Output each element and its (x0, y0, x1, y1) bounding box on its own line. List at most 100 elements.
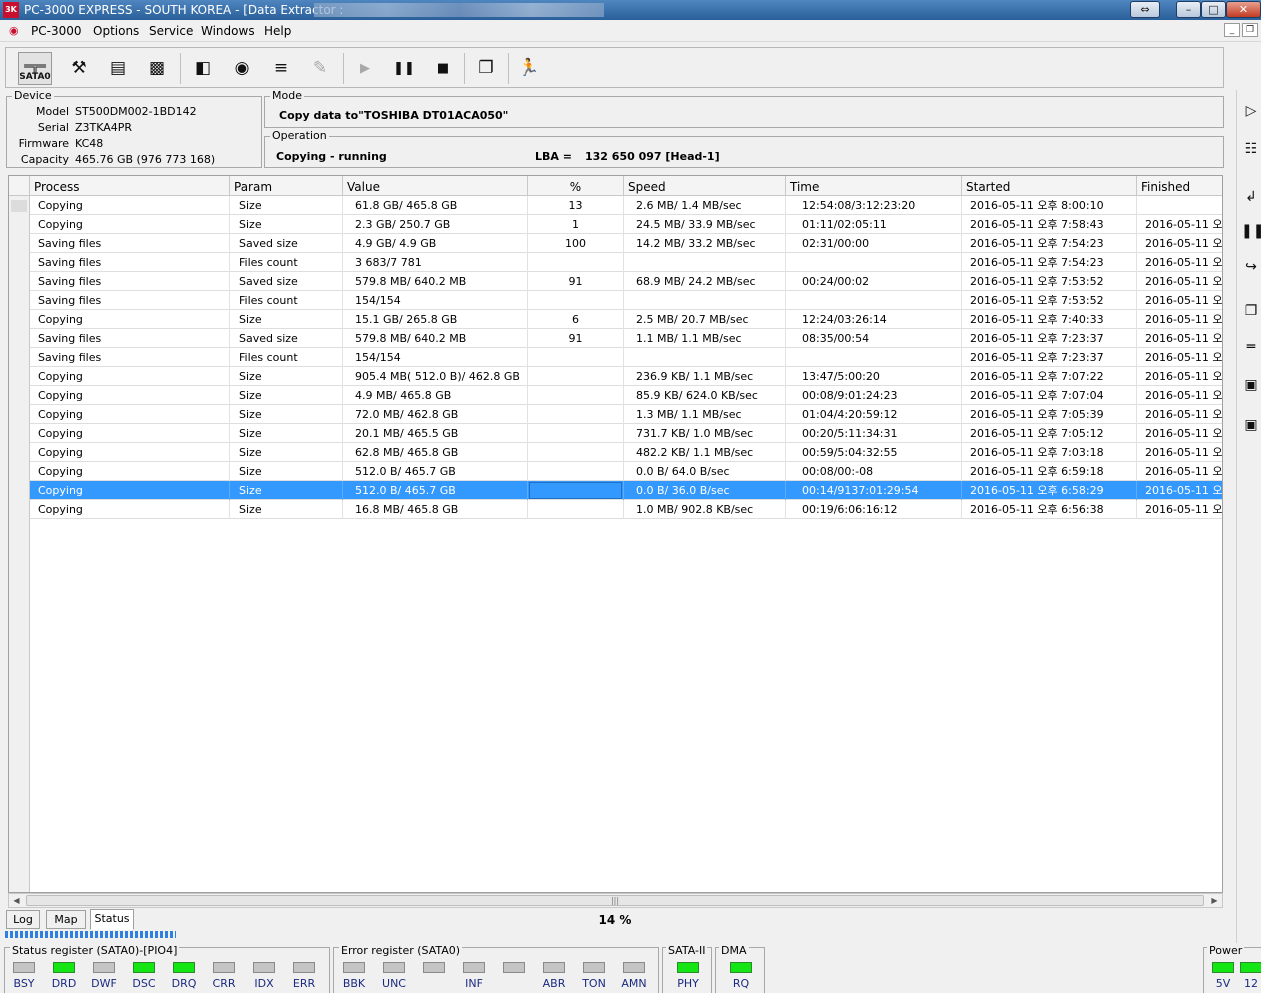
minimize-button[interactable]: – (1176, 1, 1201, 18)
exit-icon[interactable]: 🏃 (512, 52, 546, 85)
head-icon-2[interactable]: ▣ (1241, 414, 1261, 436)
pause-side-icon[interactable]: ❚❚ (1241, 220, 1261, 242)
close-button[interactable]: ✕ (1226, 1, 1261, 18)
led-label: DRD (51, 977, 77, 990)
table-row[interactable]: Copying Size 512.0 B/ 465.7 GB 0.0 B/ 36.0 … (30, 481, 1222, 500)
table-row[interactable]: Saving files Saved size 579.8 MB/ 640.2 MB… (30, 272, 1222, 291)
mdi-minimize-icon[interactable]: _ (1224, 23, 1240, 37)
nav-icon[interactable]: ▷ (1241, 100, 1261, 122)
mdi-restore-icon[interactable]: ❐ (1242, 23, 1258, 37)
cell-started: 2016-05-11 오후 7:40:33 (962, 310, 1137, 329)
menu-options[interactable]: Options (93, 23, 139, 39)
status-table[interactable]: Process Param Value % Speed Time Started… (8, 175, 1223, 893)
copy-icon[interactable]: ❐ (1241, 300, 1261, 322)
tools-icon[interactable]: ⚒ (62, 52, 96, 85)
col-percent[interactable]: % (528, 176, 624, 196)
cell-speed (624, 291, 786, 310)
col-process[interactable]: Process (30, 176, 230, 196)
sata-connector-icon: ═╦═ (24, 59, 46, 73)
error-led-6: TON (579, 962, 609, 991)
binoculars-icon[interactable]: ◉ (225, 52, 259, 85)
sata2-label: SATA-II (666, 944, 708, 958)
menu-windows[interactable]: Windows (201, 23, 255, 39)
toolbar-separator (508, 53, 509, 84)
cell-process: Copying (30, 386, 230, 405)
col-finished[interactable]: Finished (1137, 176, 1222, 196)
table-row[interactable]: Copying Size 4.9 MB/ 465.8 GB 85.9 KB/ 624.… (30, 386, 1222, 405)
cell-process: Saving files (30, 234, 230, 253)
tab-log[interactable]: Log (6, 910, 40, 929)
step-icon[interactable]: ↲ (1241, 186, 1261, 208)
tab-status[interactable]: Status (90, 909, 134, 930)
cell-started: 2016-05-11 오후 6:59:18 (962, 462, 1137, 481)
table-row[interactable]: Saving files Saved size 579.8 MB/ 640.2 MB… (30, 329, 1222, 348)
table-row[interactable]: Copying Size 905.4 MB( 512.0 B)/ 462.8 GB 2… (30, 367, 1222, 386)
led-indicator (253, 962, 275, 973)
table-row[interactable]: Saving files Saved size 4.9 GB/ 4.9 GB 100 1… (30, 234, 1222, 253)
col-param[interactable]: Param (230, 176, 343, 196)
cell-started: 2016-05-11 오후 7:54:23 (962, 234, 1137, 253)
horizontal-scrollbar[interactable]: ◀ ||| ▶ (8, 893, 1223, 908)
cell-param: Size (230, 405, 343, 424)
disk-info-icon[interactable]: ▤ (101, 52, 135, 85)
table-row[interactable]: Copying Size 62.8 MB/ 465.8 GB 482.2 KB/ 1.… (30, 443, 1222, 462)
menu-service[interactable]: Service (149, 23, 193, 39)
redacted-title-area (314, 3, 604, 17)
maximize-button[interactable]: □ (1201, 1, 1226, 18)
toolbar-separator (464, 53, 465, 84)
cell-process: Copying (30, 443, 230, 462)
drive-tree-icon[interactable]: ◧ (186, 52, 220, 85)
led-indicator (383, 962, 405, 973)
table-row[interactable]: Copying Size 512.0 B/ 465.7 GB 0.0 B/ 64.0 … (30, 462, 1222, 481)
resize-icon[interactable]: ⇔ (1130, 1, 1160, 18)
lba-value: 132 650 097 [Head-1] (585, 150, 720, 163)
toolbar-separator (180, 53, 181, 84)
cell-param: Size (230, 386, 343, 405)
table-row[interactable]: Copying Size 72.0 MB/ 462.8 GB 1.3 MB/ 1.1 … (30, 405, 1222, 424)
cell-time: 00:08/9:01:24:23 (786, 386, 962, 405)
power-led-1: 12 (1236, 962, 1261, 991)
led-label: ABR (542, 977, 566, 990)
col-started[interactable]: Started (962, 176, 1137, 196)
head-map-icon[interactable]: ≡ (264, 52, 298, 85)
windows-icon[interactable]: ❐ (469, 52, 503, 85)
cell-percent: 91 (528, 329, 624, 348)
jump-icon[interactable]: ↪ (1241, 256, 1261, 278)
menu-pc3000[interactable]: PC-3000 (31, 23, 81, 39)
table-row[interactable]: Copying Size 20.1 MB/ 465.5 GB 731.7 KB/ 1.… (30, 424, 1222, 443)
scroll-thumb[interactable]: ||| (26, 895, 1204, 906)
cell-finished: 2016-05-11 오후 (1137, 462, 1222, 481)
col-time[interactable]: Time (786, 176, 962, 196)
table-row[interactable]: Saving files Files count 3 683/7 781 2016-0… (30, 253, 1222, 272)
table-row[interactable]: Copying Size 61.8 GB/ 465.8 GB 13 2.6 MB/ 1.… (30, 196, 1222, 215)
table-row[interactable]: Copying Size 2.3 GB/ 250.7 GB 1 24.5 MB/ 33.… (30, 215, 1222, 234)
app-icon[interactable]: 3K (3, 2, 19, 18)
cell-finished: 2016-05-11 오후 (1137, 272, 1222, 291)
menu-help[interactable]: Help (264, 23, 291, 39)
tab-map[interactable]: Map (46, 910, 86, 929)
col-speed[interactable]: Speed (624, 176, 786, 196)
cell-speed: 236.9 KB/ 1.1 MB/sec (624, 367, 786, 386)
percent-icon[interactable]: ▩ (140, 52, 174, 85)
scroll-right-icon[interactable]: ▶ (1207, 894, 1222, 907)
sata-port-button[interactable]: ═╦═ SATA0 (18, 52, 52, 85)
firmware-value: KC48 (75, 137, 104, 150)
connector-icon[interactable]: ═ (1241, 336, 1261, 358)
col-value[interactable]: Value (343, 176, 528, 196)
cell-speed: 482.2 KB/ 1.1 MB/sec (624, 443, 786, 462)
table-row[interactable]: Copying Size 15.1 GB/ 265.8 GB 6 2.5 MB/ 20.… (30, 310, 1222, 329)
table-row[interactable]: Copying Size 16.8 MB/ 465.8 GB 1.0 MB/ 902.… (30, 500, 1222, 519)
scroll-left-icon[interactable]: ◀ (9, 894, 24, 907)
table-row[interactable]: Saving files Files count 154/154 2016-05-11… (30, 348, 1222, 367)
cell-process: Saving files (30, 253, 230, 272)
head-icon-1[interactable]: ▣ (1241, 374, 1261, 396)
table-row[interactable]: Saving files Files count 154/154 2016-05-11… (30, 291, 1222, 310)
cell-speed: 1.3 MB/ 1.1 MB/sec (624, 405, 786, 424)
pc3000-menu-icon: ◉ (9, 24, 19, 37)
pause-icon[interactable]: ❚❚ (387, 52, 421, 85)
reset-icon[interactable]: ☷ (1241, 138, 1261, 160)
stop-icon[interactable]: ■ (426, 52, 460, 85)
operation-group: Operation Copying - running LBA = 132 65… (264, 129, 1224, 168)
cell-percent: 13 (528, 196, 624, 215)
cell-finished: 2016-05-11 오후 (1137, 329, 1222, 348)
